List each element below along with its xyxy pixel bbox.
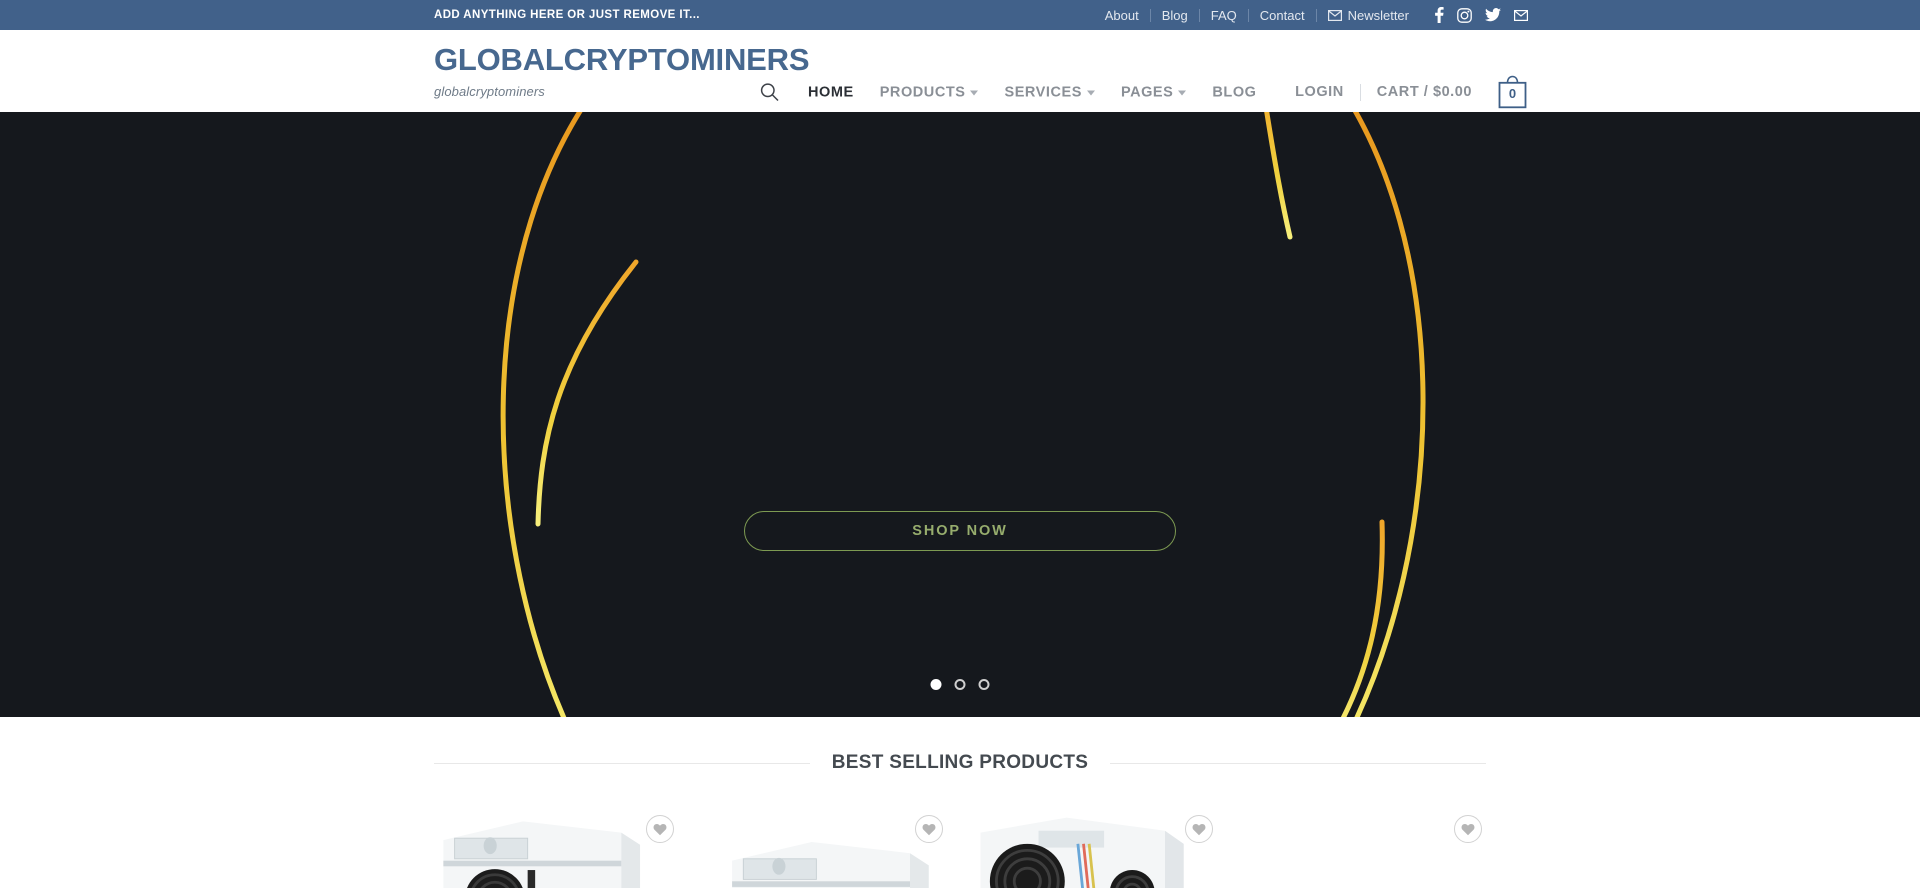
topbar-link-newsletter[interactable]: Newsletter xyxy=(1317,8,1420,23)
product-image[interactable] xyxy=(704,795,948,888)
wishlist-heart-icon[interactable] xyxy=(645,815,674,843)
login-link[interactable]: LOGIN xyxy=(1279,84,1360,100)
site-logo: GLOBALCRYPTOMINERS xyxy=(434,42,810,77)
section-title: BEST SELLING PRODUCTS xyxy=(831,752,1089,773)
site-tagline: globalcryptominers xyxy=(434,84,545,99)
social-links xyxy=(1434,7,1528,23)
topbar-link-faq[interactable]: FAQ xyxy=(1200,8,1248,23)
hero-slider[interactable]: SHOP NOW xyxy=(0,112,1920,717)
nav-label: SERVICES xyxy=(1004,84,1082,100)
wishlist-heart-icon[interactable] xyxy=(1184,815,1213,843)
envelope-icon xyxy=(1327,9,1342,21)
search-icon[interactable] xyxy=(760,83,779,102)
nav-label: PAGES xyxy=(1120,84,1174,100)
divider xyxy=(434,762,810,764)
nav-item-services[interactable]: SERVICES xyxy=(991,84,1107,100)
newsletter-label: Newsletter xyxy=(1347,7,1409,23)
product-grid xyxy=(434,795,1486,888)
hero-decoration xyxy=(500,112,1426,717)
cart-count: 0 xyxy=(1508,86,1517,101)
topbar-link-blog[interactable]: Blog xyxy=(1151,8,1199,23)
nav-item-home[interactable]: HOME xyxy=(795,84,867,100)
product-card[interactable] xyxy=(434,795,678,888)
cart-link[interactable]: CART / $0.00 xyxy=(1361,84,1488,100)
product-card[interactable] xyxy=(704,795,948,888)
product-image[interactable] xyxy=(434,795,678,888)
nav-label: HOME xyxy=(808,84,854,100)
product-image[interactable] xyxy=(973,795,1217,888)
facebook-icon[interactable] xyxy=(1434,7,1444,23)
topbar-links: About Blog FAQ Contact Newsletter xyxy=(1105,7,1528,23)
best-selling-section: BEST SELLING PRODUCTS xyxy=(0,717,1920,888)
divider xyxy=(1110,762,1487,764)
top-announcement-bar: ADD ANYTHING HERE OR JUST REMOVE IT... A… xyxy=(0,0,1920,30)
topbar-link-about[interactable]: About xyxy=(1105,8,1150,23)
nav-item-blog[interactable]: BLOG xyxy=(1199,84,1269,100)
promo-text: ADD ANYTHING HERE OR JUST REMOVE IT... xyxy=(434,9,700,21)
header-actions: LOGIN CART / $0.00 0 xyxy=(1279,75,1528,109)
topbar-link-contact[interactable]: Contact xyxy=(1249,8,1316,23)
section-header: BEST SELLING PRODUCTS xyxy=(434,752,1487,774)
chevron-down-icon xyxy=(1086,90,1095,96)
main-navigation: HOME PRODUCTS SERVICES PAGES BLOG xyxy=(760,83,1269,102)
instagram-icon[interactable] xyxy=(1457,7,1472,23)
wishlist-heart-icon[interactable] xyxy=(915,815,943,843)
twitter-icon[interactable] xyxy=(1485,8,1501,22)
chevron-down-icon xyxy=(970,90,979,96)
product-card[interactable] xyxy=(973,795,1217,888)
product-image[interactable] xyxy=(1243,795,1487,888)
slider-dot-1[interactable] xyxy=(930,679,942,690)
slider-dots xyxy=(930,679,990,690)
product-card[interactable] xyxy=(1243,795,1487,888)
nav-item-products[interactable]: PRODUCTS xyxy=(867,84,992,100)
shop-now-button[interactable]: SHOP NOW xyxy=(744,511,1176,551)
chevron-down-icon xyxy=(1178,90,1187,96)
nav-item-pages[interactable]: PAGES xyxy=(1108,84,1199,100)
email-icon[interactable] xyxy=(1514,9,1528,21)
nav-label: BLOG xyxy=(1212,84,1257,100)
logo-block[interactable]: GLOBALCRYPTOMINERS globalcryptominers xyxy=(434,42,810,99)
slider-dot-2[interactable] xyxy=(954,679,966,690)
slider-dot-3[interactable] xyxy=(978,679,990,690)
cart-badge[interactable]: 0 xyxy=(1497,75,1528,109)
nav-label: PRODUCTS xyxy=(879,84,966,100)
wishlist-heart-icon[interactable] xyxy=(1454,815,1482,843)
site-header: GLOBALCRYPTOMINERS globalcryptominers HO… xyxy=(0,30,1920,112)
